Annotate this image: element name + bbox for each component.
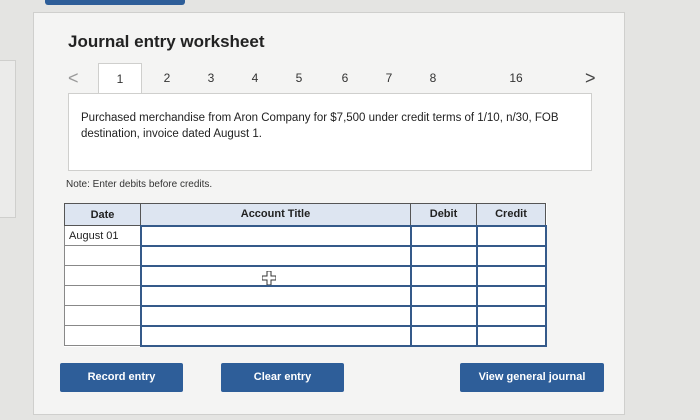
tab-2[interactable]: 2 <box>152 63 182 93</box>
table-header-row: Date Account Title Debit Credit <box>64 203 546 226</box>
top-accent-bar <box>45 0 185 5</box>
next-arrow-icon[interactable]: > <box>585 68 596 89</box>
account-title-input[interactable] <box>139 324 412 347</box>
credit-input[interactable] <box>475 324 547 347</box>
table-row <box>64 284 547 307</box>
account-title-input[interactable] <box>139 304 412 327</box>
prev-arrow-icon[interactable]: < <box>68 68 79 89</box>
tab-4[interactable]: 4 <box>240 63 270 93</box>
worksheet-panel: Journal entry worksheet < 1 2 3 4 5 6 7 … <box>33 12 625 415</box>
header-account-title: Account Title <box>140 203 411 226</box>
note-text: Note: Enter debits before credits. <box>66 179 213 190</box>
debit-input[interactable] <box>409 284 478 307</box>
account-title-input[interactable] <box>139 284 412 307</box>
credit-input[interactable] <box>475 284 547 307</box>
date-cell[interactable] <box>64 245 141 266</box>
tab-1[interactable]: 1 <box>98 63 142 95</box>
move-cursor-icon <box>262 271 276 285</box>
credit-input[interactable] <box>475 264 547 287</box>
record-entry-button[interactable]: Record entry <box>60 363 183 392</box>
tab-6[interactable]: 6 <box>330 63 360 93</box>
date-cell[interactable] <box>64 265 141 286</box>
tab-strip: < 1 2 3 4 5 6 7 8 16 > <box>68 63 598 95</box>
table-row: August 01 <box>64 224 547 247</box>
header-date: Date <box>64 203 141 226</box>
account-title-input[interactable] <box>139 244 412 267</box>
question-text: Purchased merchandise from Aron Company … <box>81 112 559 140</box>
header-credit: Credit <box>476 203 546 226</box>
journal-table: Date Account Title Debit Credit August 0… <box>64 203 547 347</box>
date-cell[interactable] <box>64 285 141 306</box>
clear-entry-button[interactable]: Clear entry <box>221 363 344 392</box>
credit-input[interactable] <box>475 224 547 247</box>
debit-input[interactable] <box>409 324 478 347</box>
header-debit: Debit <box>410 203 477 226</box>
credit-input[interactable] <box>475 244 547 267</box>
debit-input[interactable] <box>409 224 478 247</box>
account-title-input[interactable] <box>139 224 412 247</box>
tab-8[interactable]: 8 <box>418 63 448 93</box>
table-row <box>64 304 547 327</box>
question-box: Purchased merchandise from Aron Company … <box>68 93 592 171</box>
date-cell[interactable]: August 01 <box>64 225 141 246</box>
tab-16[interactable]: 16 <box>486 63 546 93</box>
worksheet-title: Journal entry worksheet <box>68 32 265 51</box>
tab-7[interactable]: 7 <box>374 63 404 93</box>
view-general-journal-button[interactable]: View general journal <box>460 363 604 392</box>
credit-input[interactable] <box>475 304 547 327</box>
debit-input[interactable] <box>409 304 478 327</box>
tab-3[interactable]: 3 <box>196 63 226 93</box>
table-row <box>64 264 547 287</box>
table-row <box>64 244 547 267</box>
tab-5[interactable]: 5 <box>284 63 314 93</box>
left-panel-edge <box>0 60 16 218</box>
date-cell[interactable] <box>64 325 141 346</box>
table-row <box>64 324 547 347</box>
date-cell[interactable] <box>64 305 141 326</box>
debit-input[interactable] <box>409 244 478 267</box>
debit-input[interactable] <box>409 264 478 287</box>
